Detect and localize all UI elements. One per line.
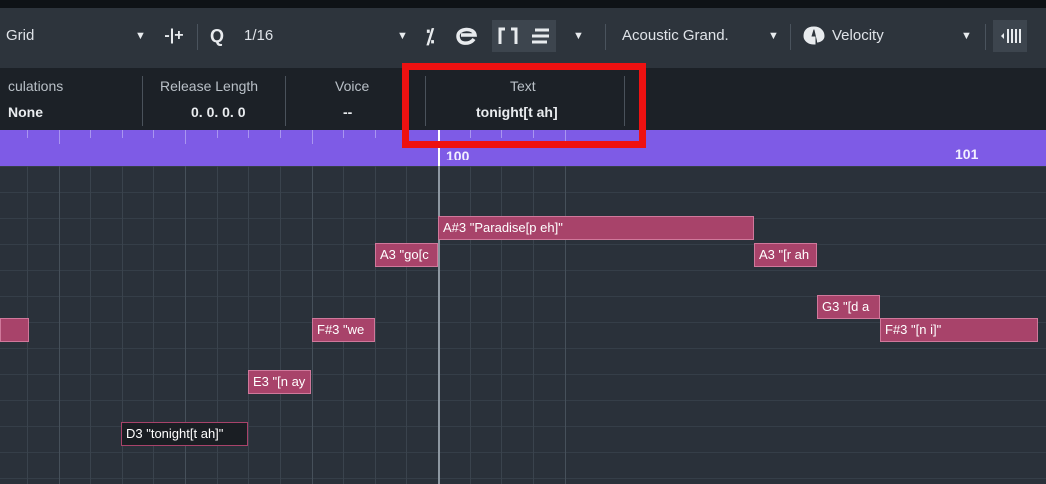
midi-note[interactable]: E3 "[n ay — [248, 370, 311, 394]
piano-keys-icon[interactable] — [993, 20, 1027, 52]
ruler-tick — [122, 130, 123, 138]
ruler-tick — [312, 130, 313, 144]
lanes-dropdown-icon[interactable]: ▼ — [573, 20, 584, 52]
midi-note[interactable]: A3 "go[c — [375, 243, 438, 267]
lanes-icon[interactable] — [524, 20, 556, 52]
grid-column-line — [90, 166, 91, 484]
grid-column-line — [438, 166, 440, 484]
midi-note[interactable]: F#3 "we — [312, 318, 375, 342]
grid-row-line — [0, 452, 1046, 453]
quantize-icon[interactable]: Q — [203, 20, 231, 52]
snap-type-dropdown-icon[interactable]: ▼ — [135, 20, 146, 52]
length-quantize-icon[interactable] — [492, 20, 524, 52]
snap-type-select[interactable]: Grid — [6, 20, 34, 52]
release-length-value[interactable]: 0. 0. 0. 0 — [191, 104, 245, 120]
instrument-select[interactable]: Acoustic Grand. — [622, 20, 729, 52]
midi-note[interactable]: A3 "[r ah — [754, 243, 817, 267]
highlight-annotation-box — [402, 63, 646, 148]
ruler-tick — [27, 130, 28, 138]
quantize-dropdown-icon[interactable]: ▼ — [397, 20, 408, 52]
grid-row-line — [0, 192, 1046, 193]
grid-column-line — [248, 166, 249, 484]
voice-value[interactable]: -- — [343, 104, 352, 120]
grid-row-line — [0, 400, 1046, 401]
midi-note[interactable]: A#3 "Paradise[p eh]" — [438, 216, 754, 240]
toolbar-divider — [197, 24, 198, 50]
grid-row-line — [0, 374, 1046, 375]
toolbar-divider — [985, 24, 986, 50]
midi-note[interactable]: F#3 "[n i]" — [880, 318, 1038, 342]
instrument-dropdown-icon[interactable]: ▼ — [768, 20, 779, 52]
toolbar-divider — [790, 24, 791, 50]
grid-column-line — [470, 166, 471, 484]
ruler-tick — [375, 130, 376, 138]
quantize-value-select[interactable]: 1/16 — [244, 20, 273, 52]
articulations-header: culations — [8, 78, 64, 94]
info-line-divider — [285, 76, 286, 126]
ruler-tick — [217, 130, 218, 138]
ruler-tick — [280, 130, 281, 138]
grid-column-line — [533, 166, 534, 484]
grid-column-line — [375, 166, 376, 484]
midi-note[interactable] — [0, 318, 29, 342]
info-line-divider — [142, 76, 143, 126]
window-top-border — [0, 0, 1046, 8]
iterative-quantize-icon[interactable]: ⁒ — [415, 20, 445, 52]
ruler-tick — [153, 130, 154, 138]
grid-row-line — [0, 166, 1046, 167]
midi-note[interactable]: G3 "[d a — [817, 295, 880, 319]
grid-row-line — [0, 478, 1046, 479]
articulations-value[interactable]: None — [8, 104, 43, 120]
bar-number-101: 101 — [955, 146, 979, 162]
controller-lane-icon[interactable] — [800, 20, 828, 52]
grid-row-line — [0, 296, 1046, 297]
grid-row-line — [0, 244, 1046, 245]
grid-column-line — [406, 166, 407, 484]
midi-note-selected[interactable]: D3 "tonight[t ah]" — [121, 422, 248, 446]
toolbar-divider — [605, 24, 606, 50]
controller-select[interactable]: Velocity — [832, 20, 884, 52]
grid-row-line — [0, 270, 1046, 271]
grid-row-line — [0, 348, 1046, 349]
grid-column-line — [59, 166, 60, 484]
ruler-tick — [185, 130, 186, 144]
grid-column-line — [280, 166, 281, 484]
edit-quantize-icon[interactable] — [450, 20, 484, 52]
voice-header: Voice — [335, 78, 370, 94]
quantize-label: Q — [209, 25, 224, 46]
ruler-tick — [248, 130, 249, 138]
bar-number-100: 100 — [446, 148, 470, 160]
controller-dropdown-icon[interactable]: ▼ — [961, 20, 972, 52]
ruler-tick — [59, 130, 60, 144]
ruler-tick — [343, 130, 344, 138]
grid-column-line — [565, 166, 566, 484]
release-length-header: Release Length — [160, 78, 259, 94]
grid-column-line — [501, 166, 502, 484]
snap-to-zero-crossing-icon[interactable]: -|+ — [156, 20, 192, 52]
ruler-tick — [90, 130, 91, 138]
